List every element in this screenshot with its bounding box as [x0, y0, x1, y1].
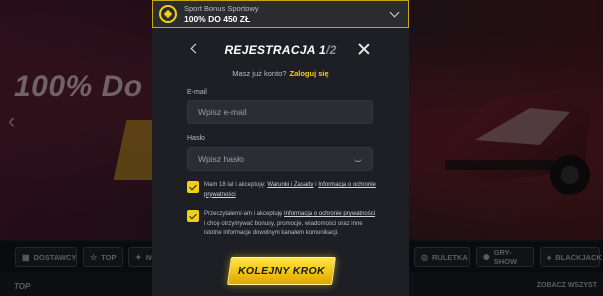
login-prompt-text: Masz już konto?	[232, 69, 287, 78]
age-consent: Mam 18 lat i akceptuję: Warunki i Zasady…	[187, 181, 377, 203]
email-placeholder: Wpisz e-mail	[198, 107, 247, 117]
login-link[interactable]: Zaloguj się	[290, 69, 329, 78]
bonus-title: 100% DO 450 ZŁ	[184, 14, 251, 24]
age-consent-text: Mam 18 lat i akceptuję: Warunki i Zasady…	[204, 181, 376, 200]
marketing-consent-text: Przeczytałem/-am i akceptuję Informacja …	[204, 210, 376, 239]
close-icon[interactable]	[357, 42, 371, 56]
marketing-consent-prefix: Przeczytałem/-am i akceptuję	[204, 211, 283, 217]
login-prompt: Masz już konto? Zaloguj się	[152, 69, 409, 78]
modal-header: REJESTRACJA 1/2	[152, 40, 409, 62]
age-consent-prefix: Mam 18 lat i akceptuję:	[204, 182, 266, 188]
step-total: /2	[325, 43, 337, 57]
football-icon	[159, 5, 177, 23]
next-step-label: KOLEJNY KROK	[238, 265, 325, 277]
step-title: REJESTRACJA 1	[224, 43, 326, 57]
bonus-subtitle: Sport Bonus Sportowy	[184, 4, 259, 13]
password-field[interactable]: Wpisz hasło	[187, 147, 373, 171]
terms-link[interactable]: Warunki i Zasady	[267, 182, 313, 188]
password-label: Hasło	[187, 135, 205, 142]
eye-closed-icon[interactable]	[354, 157, 362, 162]
chevron-down-icon[interactable]	[389, 7, 400, 18]
marketing-consent-checkbox[interactable]	[187, 210, 199, 222]
marketing-consent: Przeczytałem/-am i akceptuję Informacja …	[187, 210, 377, 250]
bonus-selector[interactable]: Sport Bonus Sportowy 100% DO 450 ZŁ	[152, 0, 409, 28]
age-consent-and: i	[315, 182, 317, 188]
marketing-consent-rest: i chcę otrzymywać bonusy, promocje, wiad…	[204, 220, 363, 237]
marketing-privacy-link[interactable]: Informacja o ochronie prywatności	[284, 211, 375, 217]
next-step-button[interactable]: KOLEJNY KROK	[227, 257, 336, 285]
email-field[interactable]: Wpisz e-mail	[187, 100, 373, 124]
password-placeholder: Wpisz hasło	[198, 154, 244, 164]
registration-modal: Sport Bonus Sportowy 100% DO 450 ZŁ REJE…	[152, 0, 409, 296]
age-consent-checkbox[interactable]	[187, 181, 199, 193]
email-label: E-mail	[187, 89, 207, 96]
